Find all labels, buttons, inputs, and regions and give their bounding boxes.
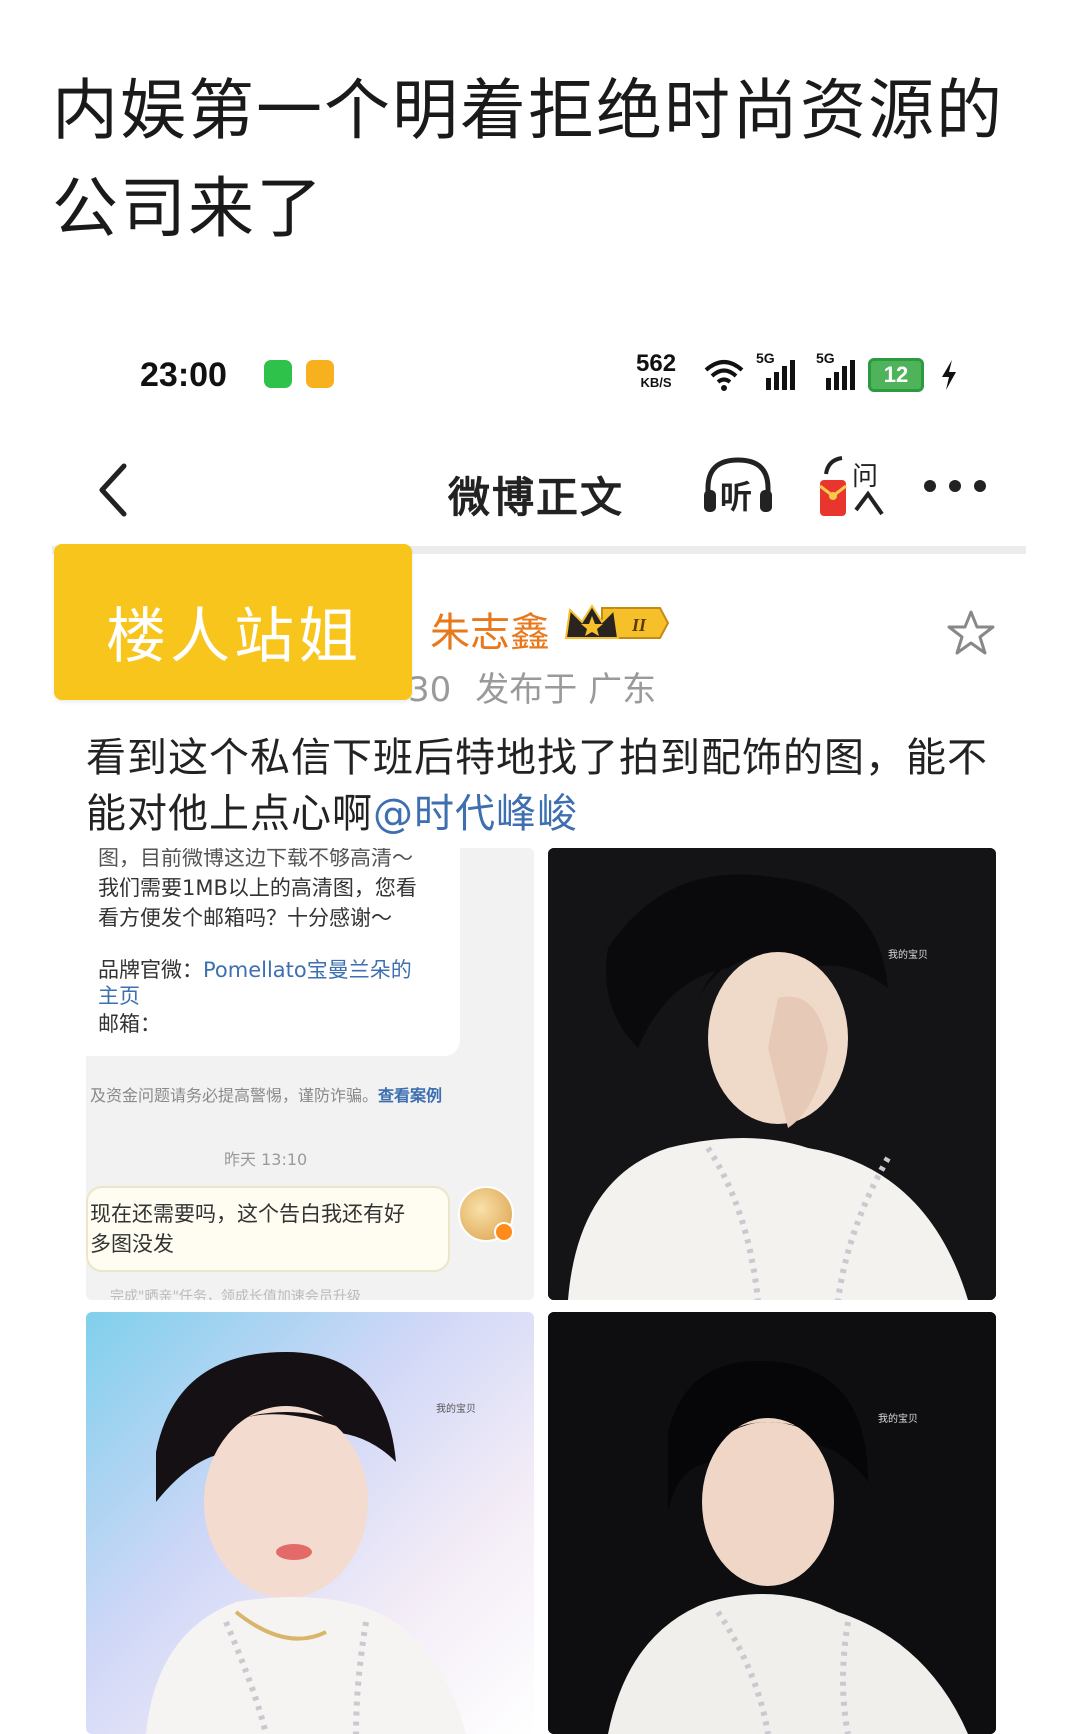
chat-timestamp: 昨天 13:10 bbox=[224, 1150, 308, 1169]
chat-bottom-cut: 完成"晒亲"任务，领成长值加速会员升级 bbox=[110, 1289, 361, 1300]
photo-watermark-2: 我的宝贝 bbox=[436, 1402, 476, 1415]
headline-line2: 公司来了 bbox=[52, 170, 324, 247]
post-image-photo-1[interactable]: 我的宝贝 bbox=[548, 848, 996, 1300]
chat-brand-link[interactable]: Pomellato宝曼兰朵的 bbox=[203, 958, 412, 982]
chat-line-cut: 图，目前微博这边下载不够高清～ bbox=[98, 848, 413, 870]
battery-icon: 12 bbox=[868, 358, 924, 392]
network-speed: 562 KB/S bbox=[636, 352, 676, 390]
favorite-star-icon[interactable] bbox=[946, 608, 996, 658]
post-text-line2: 能对他上点心啊 bbox=[86, 791, 373, 837]
post-image-photo-3[interactable]: 我的宝贝 bbox=[548, 1312, 996, 1734]
post-meta: 30 发布于 广东 bbox=[408, 662, 656, 711]
listen-button[interactable]: 听 bbox=[700, 454, 776, 518]
avatar-badge bbox=[494, 1222, 514, 1242]
vip-level-text: II bbox=[631, 615, 647, 635]
post-image-chat-screenshot[interactable]: 图，目前微博这边下载不够高清～ 我们需要1MB以上的高清图，您看 看方便发个邮箱… bbox=[86, 848, 534, 1300]
vip-crown-badge: II bbox=[564, 604, 670, 639]
author-name[interactable]: 朱志鑫 bbox=[430, 600, 550, 658]
mention-link[interactable]: @时代峰峻 bbox=[373, 791, 578, 837]
chat-warning-link[interactable]: 查看案例 bbox=[378, 1086, 442, 1105]
chat-reply-line-2: 多图没发 bbox=[90, 1232, 174, 1256]
post-text: 看到这个私信下班后特地找了拍到配饰的图，能不 能对他上点心啊@时代峰峻 bbox=[86, 730, 1016, 842]
chat-brand-label: 品牌官微： bbox=[98, 958, 203, 982]
overlay-tag-label: 楼人站姐 bbox=[106, 602, 362, 672]
headline: 内娱第一个明着拒绝时尚资源的 公司来了 bbox=[52, 62, 1042, 258]
avatar bbox=[458, 1186, 514, 1242]
chat-line-2: 看方便发个邮箱吗？十分感谢～ bbox=[98, 906, 392, 930]
notification-app-icon bbox=[264, 360, 292, 388]
overlay-tag: 楼人站姐 bbox=[54, 544, 412, 700]
status-time: 23:00 bbox=[140, 356, 227, 394]
cellular-signal-icon bbox=[766, 360, 795, 390]
performer-photo-1: 我的宝贝 bbox=[548, 848, 996, 1300]
status-bar: 23:00 562 KB/S 5G 5G 12 bbox=[0, 348, 1076, 404]
chat-line-1: 我们需要1MB以上的高清图，您看 bbox=[98, 876, 417, 900]
network-speed-value: 562 bbox=[636, 350, 677, 377]
chat-brand-link-2[interactable]: 主页 bbox=[98, 980, 140, 1010]
nav-bar: 微博正文 听 问 bbox=[0, 446, 1076, 536]
chat-email-label: 邮箱： bbox=[98, 1012, 161, 1036]
post-image-photo-2[interactable]: 我的宝贝 bbox=[86, 1312, 534, 1734]
chat-warning-text: 及资金问题请务必提高警惕，谨防诈骗。 bbox=[90, 1086, 379, 1105]
chat-message-bubble: 图，目前微博这边下载不够高清～ 我们需要1MB以上的高清图，您看 看方便发个邮箱… bbox=[86, 848, 460, 1056]
back-arrow-icon[interactable] bbox=[88, 458, 144, 522]
photo-watermark-3: 我的宝贝 bbox=[878, 1412, 918, 1425]
more-options-icon[interactable] bbox=[920, 476, 990, 496]
chat-reply-bubble: 现在还需要吗，这个告白我还有好 多图没发 bbox=[86, 1186, 450, 1272]
post-location: 发布于 广东 bbox=[475, 670, 657, 710]
post-text-line1: 看到这个私信下班后特地找了拍到配饰的图，能不 bbox=[86, 735, 988, 781]
photo-watermark: 我的宝贝 bbox=[888, 948, 928, 961]
headline-line1: 内娱第一个明着拒绝时尚资源的 bbox=[52, 72, 1004, 149]
listen-label: 听 bbox=[720, 478, 753, 516]
chat-warning: 及资金问题请务必提高警惕，谨防诈骗。查看案例 bbox=[90, 1082, 442, 1106]
performer-photo-3: 我的宝贝 bbox=[548, 1312, 996, 1734]
charging-icon bbox=[942, 360, 956, 390]
page-title: 微博正文 bbox=[448, 473, 625, 522]
ask-button[interactable]: 问 bbox=[812, 450, 894, 526]
chat-reply-line-1: 现在还需要吗，这个告白我还有好 bbox=[90, 1202, 405, 1226]
wifi-icon bbox=[704, 360, 744, 391]
notification-app-icon-2 bbox=[306, 360, 334, 388]
ask-label: 问 bbox=[852, 462, 879, 492]
performer-photo-2: 我的宝贝 bbox=[146, 1352, 476, 1734]
post-time: 30 bbox=[408, 670, 452, 710]
cellular-signal-icon-2 bbox=[826, 360, 855, 390]
network-speed-unit: KB/S bbox=[640, 375, 672, 390]
